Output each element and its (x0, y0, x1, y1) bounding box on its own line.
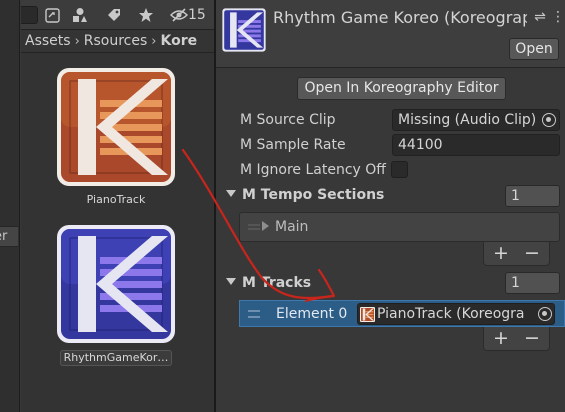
annotation-arrow (181, 148, 336, 303)
